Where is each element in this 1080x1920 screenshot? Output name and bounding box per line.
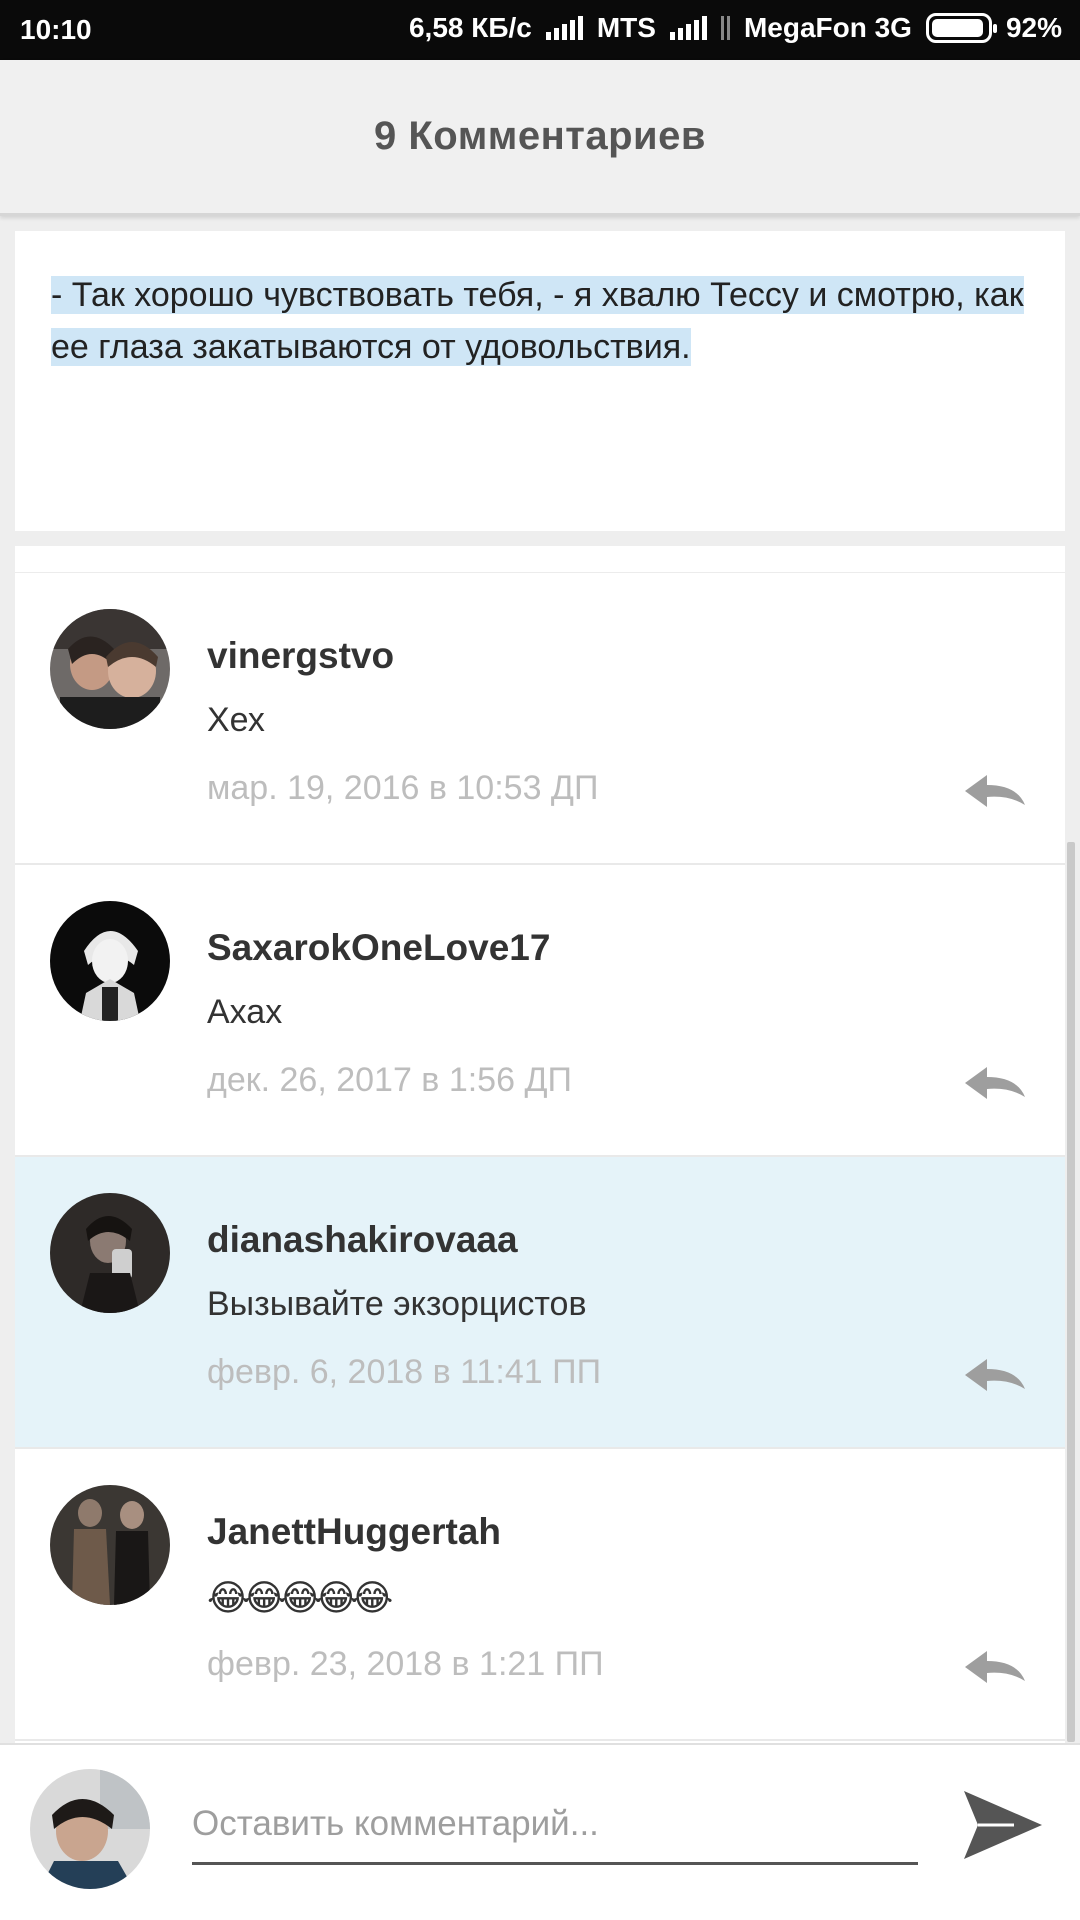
signal-bars-icon [669, 16, 707, 40]
network-speed: 6,58 КБ/с [408, 12, 532, 43]
comment-item-highlighted: dianashakirovaaa Вызывайте экзорцистов ф… [15, 1157, 1065, 1449]
comments-header: 9 Комментариев [0, 60, 1080, 216]
comment-text: 😂😂😂😂😂 [207, 1577, 393, 1618]
comment-date: дек. 26, 2017 в 1:56 ДП [207, 1061, 572, 1099]
send-icon[interactable] [960, 1785, 1044, 1865]
avatar[interactable] [50, 1193, 170, 1313]
current-user-avatar[interactable] [30, 1769, 150, 1889]
reply-arrow-icon[interactable] [963, 1063, 1027, 1103]
page-title: 9 Комментариев [374, 114, 706, 158]
comment-item: JanettHuggertah 😂😂😂😂😂 февр. 23, 2018 в 1… [15, 1449, 1065, 1741]
comment-author[interactable]: SaxarokOneLove17 [207, 927, 550, 969]
avatar[interactable] [50, 609, 170, 729]
comment-text: Вызывайте экзорцистов [207, 1285, 587, 1323]
carrier-1: MTS [596, 12, 656, 43]
comment-item: SaxarokOneLove17 Ахах дек. 26, 2017 в 1:… [15, 865, 1065, 1157]
avatar[interactable] [50, 901, 170, 1021]
carrier-2: MegaFon 3G [743, 12, 912, 43]
comment-input[interactable] [192, 1785, 918, 1865]
battery-percent: 92% [1005, 12, 1062, 43]
comment-text: Ахах [207, 993, 283, 1031]
status-time: 10:10 [20, 14, 92, 45]
comment-item: vinergstvo Хех мар. 19, 2016 в 10:53 ДП [15, 573, 1065, 865]
reply-arrow-icon[interactable] [963, 1355, 1027, 1395]
reply-arrow-icon[interactable] [963, 1647, 1027, 1687]
status-right: 6,58 КБ/с MTS MegaFon 3G 92% [409, 12, 1062, 44]
status-bar: 10:10 6,58 КБ/с MTS MegaFon 3G 92% [0, 0, 1080, 60]
comment-date: февр. 23, 2018 в 1:21 ПП [207, 1645, 604, 1683]
comment-author[interactable]: dianashakirovaaa [207, 1219, 518, 1261]
comments-list[interactable]: vinergstvo Хех мар. 19, 2016 в 10:53 ДП … [15, 546, 1065, 1743]
signal-bars-icon [545, 16, 583, 40]
comment-date: февр. 6, 2018 в 11:41 ПП [207, 1353, 602, 1391]
battery-icon [925, 13, 997, 43]
avatar[interactable] [50, 1485, 170, 1605]
scrollbar[interactable] [1067, 842, 1075, 1742]
quote-selection: - Так хорошо чувствовать тебя, - я хвалю… [51, 276, 1024, 366]
comment-composer [0, 1743, 1080, 1920]
reply-arrow-icon[interactable] [963, 771, 1027, 811]
quote-text: - Так хорошо чувствовать тебя, - я хвалю… [51, 269, 1041, 373]
comment-date: мар. 19, 2016 в 10:53 ДП [207, 769, 599, 807]
comment-author[interactable]: vinergstvo [207, 635, 394, 677]
comment-text: Хех [207, 701, 265, 739]
data-arrows-icon [720, 15, 730, 41]
quote-card: - Так хорошо чувствовать тебя, - я хвалю… [15, 231, 1065, 531]
comment-author[interactable]: JanettHuggertah [207, 1511, 501, 1553]
